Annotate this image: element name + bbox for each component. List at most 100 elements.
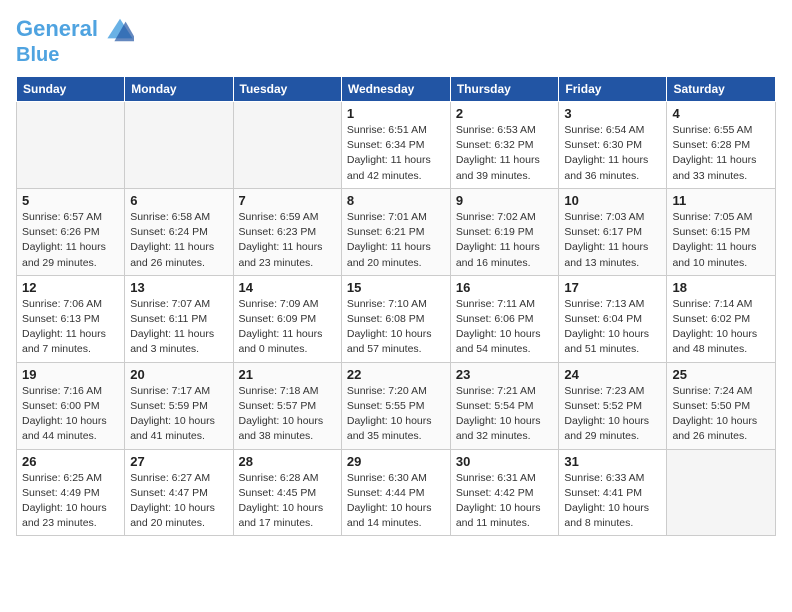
day-number: 18: [672, 280, 770, 295]
weekday-header-sunday: Sunday: [17, 77, 125, 102]
calendar-cell: [17, 102, 125, 189]
day-info: Sunrise: 7:09 AM Sunset: 6:09 PM Dayligh…: [239, 297, 336, 358]
calendar-cell: 31 Sunrise: 6:33 AM Sunset: 4:41 PM Dayli…: [559, 449, 667, 536]
calendar-week-1: 1 Sunrise: 6:51 AM Sunset: 6:34 PM Daylig…: [17, 102, 776, 189]
day-info: Sunrise: 6:59 AM Sunset: 6:23 PM Dayligh…: [239, 210, 336, 271]
calendar-cell: [233, 102, 341, 189]
calendar-cell: 17Sunrise: 7:13 AM Sunset: 6:04 PM Dayli…: [559, 275, 667, 362]
calendar-cell: 25 Sunrise: 7:24 AM Sunset: 5:50 PM Dayli…: [667, 362, 776, 449]
day-info: Sunrise: 6:51 AM Sunset: 6:34 PM Dayligh…: [347, 123, 445, 184]
calendar-cell: 9 Sunrise: 7:02 AM Sunset: 6:19 PM Daylig…: [450, 188, 559, 275]
day-info: Sunrise: 7:21 AM Sunset: 5:54 PM Dayligh…: [456, 384, 554, 445]
calendar-cell: 7 Sunrise: 6:59 AM Sunset: 6:23 PM Daylig…: [233, 188, 341, 275]
day-number: 3: [564, 106, 661, 121]
day-number: 29: [347, 454, 445, 469]
calendar-cell: [667, 449, 776, 536]
day-info: Sunrise: 6:33 AM Sunset: 4:41 PM Dayligh…: [564, 471, 661, 532]
day-info: Sunrise: 7:16 AM Sunset: 6:00 PM Dayligh…: [22, 384, 119, 445]
weekday-header-friday: Friday: [559, 77, 667, 102]
day-number: 10: [564, 193, 661, 208]
calendar-cell: 19Sunrise: 7:16 AM Sunset: 6:00 PM Dayli…: [17, 362, 125, 449]
day-info: Sunrise: 7:01 AM Sunset: 6:21 PM Dayligh…: [347, 210, 445, 271]
calendar-cell: 8 Sunrise: 7:01 AM Sunset: 6:21 PM Daylig…: [341, 188, 450, 275]
day-number: 1: [347, 106, 445, 121]
weekday-header-saturday: Saturday: [667, 77, 776, 102]
day-info: Sunrise: 7:05 AM Sunset: 6:15 PM Dayligh…: [672, 210, 770, 271]
day-info: Sunrise: 6:55 AM Sunset: 6:28 PM Dayligh…: [672, 123, 770, 184]
calendar-week-4: 19Sunrise: 7:16 AM Sunset: 6:00 PM Dayli…: [17, 362, 776, 449]
calendar-cell: [125, 102, 233, 189]
day-info: Sunrise: 6:58 AM Sunset: 6:24 PM Dayligh…: [130, 210, 227, 271]
day-number: 2: [456, 106, 554, 121]
day-number: 13: [130, 280, 227, 295]
day-number: 25: [672, 367, 770, 382]
calendar-cell: 13 Sunrise: 7:07 AM Sunset: 6:11 PM Dayli…: [125, 275, 233, 362]
day-info: Sunrise: 6:31 AM Sunset: 4:42 PM Dayligh…: [456, 471, 554, 532]
logo: General Blue: [16, 16, 134, 66]
day-info: Sunrise: 7:11 AM Sunset: 6:06 PM Dayligh…: [456, 297, 554, 358]
calendar-cell: 26 Sunrise: 6:25 AM Sunset: 4:49 PM Dayli…: [17, 449, 125, 536]
calendar-cell: 10 Sunrise: 7:03 AM Sunset: 6:17 PM Dayli…: [559, 188, 667, 275]
day-number: 26: [22, 454, 119, 469]
calendar-cell: 12Sunrise: 7:06 AM Sunset: 6:13 PM Dayli…: [17, 275, 125, 362]
calendar-week-5: 26 Sunrise: 6:25 AM Sunset: 4:49 PM Dayli…: [17, 449, 776, 536]
calendar-cell: 29Sunrise: 6:30 AM Sunset: 4:44 PM Dayli…: [341, 449, 450, 536]
day-number: 16: [456, 280, 554, 295]
weekday-header-thursday: Thursday: [450, 77, 559, 102]
calendar-cell: 21 Sunrise: 7:18 AM Sunset: 5:57 PM Dayli…: [233, 362, 341, 449]
day-info: Sunrise: 7:13 AM Sunset: 6:04 PM Dayligh…: [564, 297, 661, 358]
calendar-cell: 23 Sunrise: 7:21 AM Sunset: 5:54 PM Dayli…: [450, 362, 559, 449]
day-number: 28: [239, 454, 336, 469]
day-info: Sunrise: 7:03 AM Sunset: 6:17 PM Dayligh…: [564, 210, 661, 271]
calendar-table: SundayMondayTuesdayWednesdayThursdayFrid…: [16, 76, 776, 536]
calendar-cell: 30 Sunrise: 6:31 AM Sunset: 4:42 PM Dayli…: [450, 449, 559, 536]
logo-text: General: [16, 16, 134, 44]
day-number: 9: [456, 193, 554, 208]
logo-text2: Blue: [16, 44, 134, 66]
day-number: 30: [456, 454, 554, 469]
day-number: 23: [456, 367, 554, 382]
calendar-cell: 15 Sunrise: 7:10 AM Sunset: 6:08 PM Dayli…: [341, 275, 450, 362]
day-number: 27: [130, 454, 227, 469]
day-info: Sunrise: 6:25 AM Sunset: 4:49 PM Dayligh…: [22, 471, 119, 532]
day-number: 4: [672, 106, 770, 121]
calendar-cell: 11 Sunrise: 7:05 AM Sunset: 6:15 PM Dayli…: [667, 188, 776, 275]
calendar-cell: 24 Sunrise: 7:23 AM Sunset: 5:52 PM Dayli…: [559, 362, 667, 449]
calendar-cell: 18Sunrise: 7:14 AM Sunset: 6:02 PM Dayli…: [667, 275, 776, 362]
day-number: 7: [239, 193, 336, 208]
calendar-cell: 3Sunrise: 6:54 AM Sunset: 6:30 PM Daylig…: [559, 102, 667, 189]
day-info: Sunrise: 7:24 AM Sunset: 5:50 PM Dayligh…: [672, 384, 770, 445]
calendar-cell: 27 Sunrise: 6:27 AM Sunset: 4:47 PM Dayli…: [125, 449, 233, 536]
day-number: 31: [564, 454, 661, 469]
calendar-cell: 6 Sunrise: 6:58 AM Sunset: 6:24 PM Daylig…: [125, 188, 233, 275]
day-info: Sunrise: 7:02 AM Sunset: 6:19 PM Dayligh…: [456, 210, 554, 271]
day-info: Sunrise: 7:20 AM Sunset: 5:55 PM Dayligh…: [347, 384, 445, 445]
calendar-cell: 16 Sunrise: 7:11 AM Sunset: 6:06 PM Dayli…: [450, 275, 559, 362]
weekday-header-monday: Monday: [125, 77, 233, 102]
calendar-cell: 4 Sunrise: 6:55 AM Sunset: 6:28 PM Daylig…: [667, 102, 776, 189]
day-number: 11: [672, 193, 770, 208]
day-info: Sunrise: 7:23 AM Sunset: 5:52 PM Dayligh…: [564, 384, 661, 445]
day-info: Sunrise: 7:18 AM Sunset: 5:57 PM Dayligh…: [239, 384, 336, 445]
day-number: 12: [22, 280, 119, 295]
day-number: 15: [347, 280, 445, 295]
calendar-cell: 2 Sunrise: 6:53 AM Sunset: 6:32 PM Daylig…: [450, 102, 559, 189]
weekday-header-row: SundayMondayTuesdayWednesdayThursdayFrid…: [17, 77, 776, 102]
day-number: 14: [239, 280, 336, 295]
day-info: Sunrise: 6:53 AM Sunset: 6:32 PM Dayligh…: [456, 123, 554, 184]
day-number: 21: [239, 367, 336, 382]
calendar-cell: 14 Sunrise: 7:09 AM Sunset: 6:09 PM Dayli…: [233, 275, 341, 362]
day-info: Sunrise: 7:17 AM Sunset: 5:59 PM Dayligh…: [130, 384, 227, 445]
day-info: Sunrise: 7:10 AM Sunset: 6:08 PM Dayligh…: [347, 297, 445, 358]
day-number: 6: [130, 193, 227, 208]
day-number: 8: [347, 193, 445, 208]
weekday-header-tuesday: Tuesday: [233, 77, 341, 102]
day-info: Sunrise: 6:28 AM Sunset: 4:45 PM Dayligh…: [239, 471, 336, 532]
calendar-cell: 22Sunrise: 7:20 AM Sunset: 5:55 PM Dayli…: [341, 362, 450, 449]
day-number: 24: [564, 367, 661, 382]
day-number: 5: [22, 193, 119, 208]
calendar-cell: 1 Sunrise: 6:51 AM Sunset: 6:34 PM Daylig…: [341, 102, 450, 189]
calendar-week-2: 5Sunrise: 6:57 AM Sunset: 6:26 PM Daylig…: [17, 188, 776, 275]
day-info: Sunrise: 7:07 AM Sunset: 6:11 PM Dayligh…: [130, 297, 227, 358]
day-info: Sunrise: 6:27 AM Sunset: 4:47 PM Dayligh…: [130, 471, 227, 532]
